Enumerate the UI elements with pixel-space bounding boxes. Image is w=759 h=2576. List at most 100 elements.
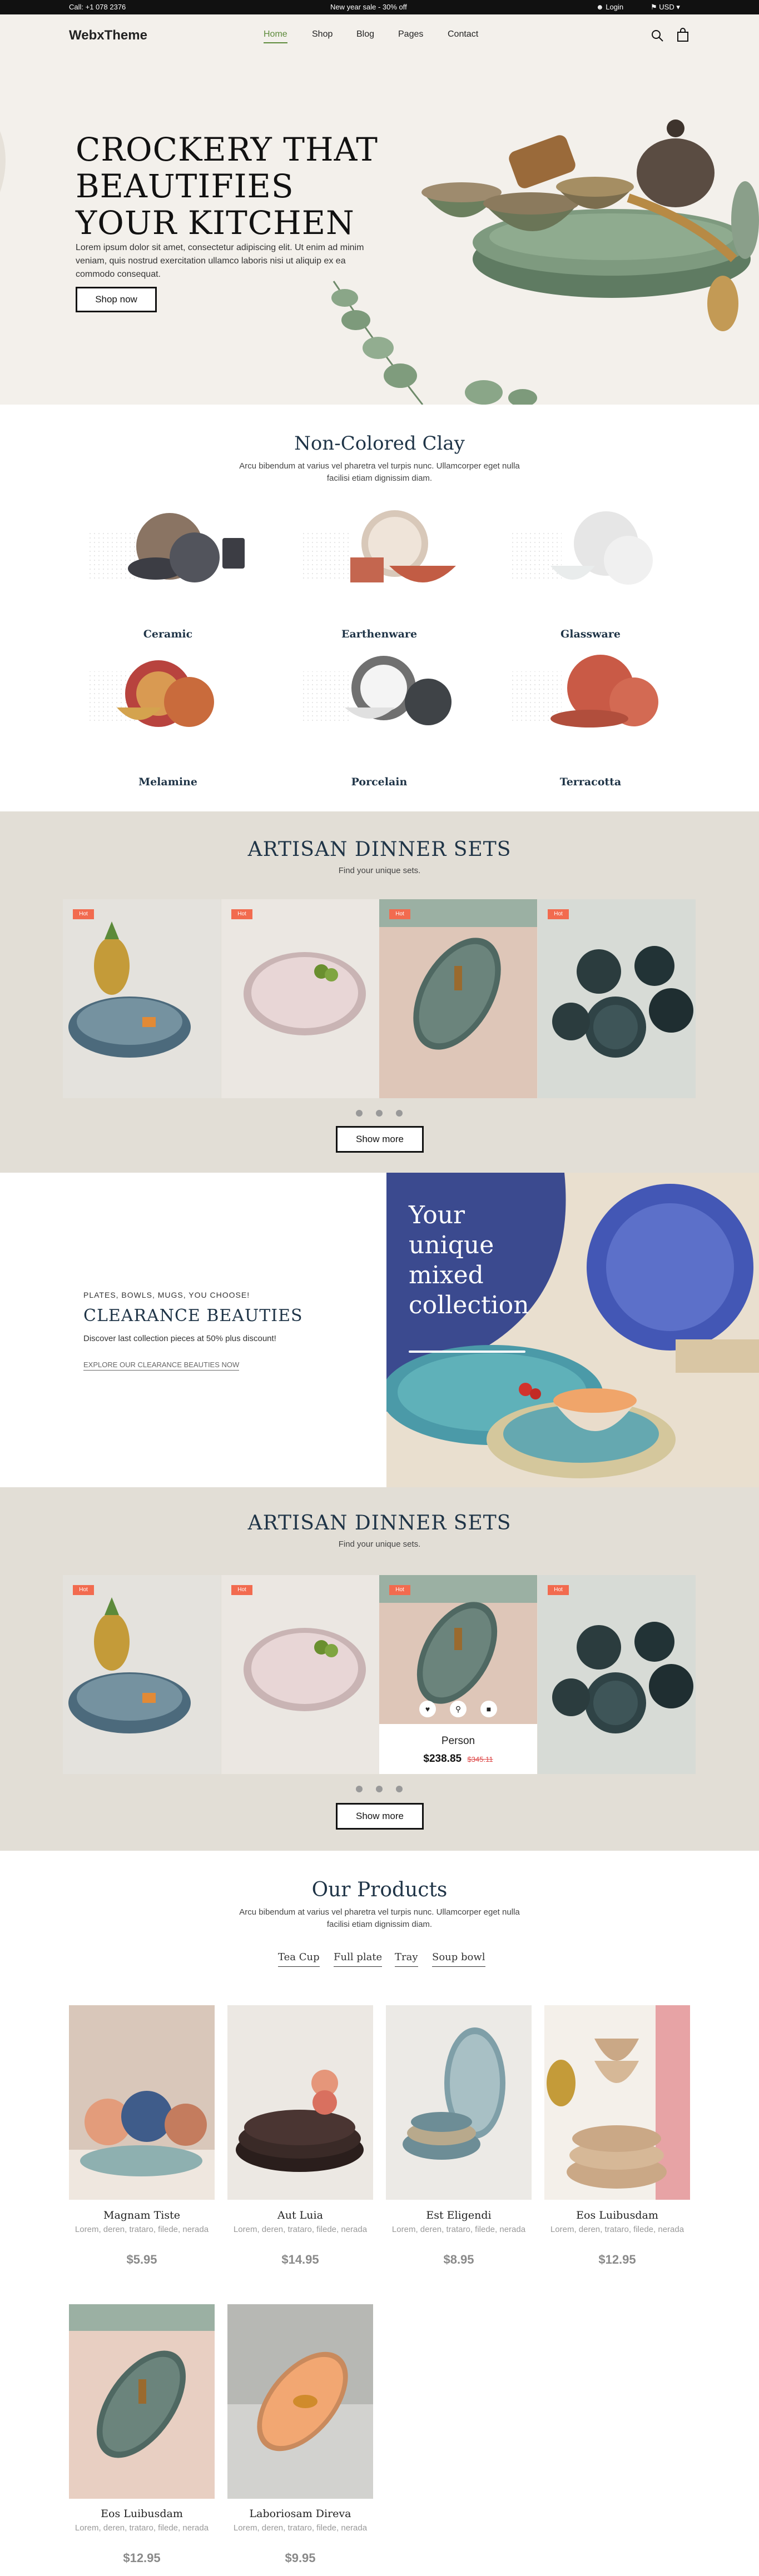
product-image[interactable] xyxy=(544,2005,690,2200)
hero-title: CROCKERY THAT BEAUTIFIES YOUR KITCHEN xyxy=(76,131,378,242)
slider-dot[interactable] xyxy=(396,1786,403,1792)
hot-badge: Hot xyxy=(231,1585,252,1595)
banner-underline xyxy=(409,1351,525,1353)
tab-soup-bowl[interactable]: Soup bowl xyxy=(432,1951,485,1967)
product-card[interactable]: Hot xyxy=(63,1575,221,1774)
hot-badge: Hot xyxy=(73,909,94,919)
wishlist-icon[interactable]: ♥ xyxy=(419,1701,436,1717)
product-card[interactable]: Hot xyxy=(221,899,379,1098)
nav-blog[interactable]: Blog xyxy=(356,29,374,39)
product-image[interactable] xyxy=(227,2005,373,2200)
login-link[interactable]: ☻ Login xyxy=(596,3,623,11)
product-image xyxy=(538,1575,696,1774)
product-desc: Lorem, deren, trataro, filede, nerada xyxy=(233,2225,368,2234)
category-glassware[interactable]: Glassware xyxy=(518,628,663,640)
category-images xyxy=(89,510,658,728)
product-desc: Lorem, deren, trataro, filede, nerada xyxy=(233,2523,368,2533)
main-nav: WebxTheme Home Shop Blog Pages Contact xyxy=(0,14,759,59)
tab-tray[interactable]: Tray xyxy=(395,1951,418,1967)
product-name[interactable]: Laboriosam Direva xyxy=(227,2508,373,2520)
product-image xyxy=(63,899,221,1098)
clearance-section: PLATES, BOWLS, MUGS, YOU CHOOSE! CLEARAN… xyxy=(0,1173,759,1487)
hot-badge: Hot xyxy=(548,1585,569,1595)
product-image xyxy=(221,899,379,1098)
nav-shop[interactable]: Shop xyxy=(312,29,333,39)
hero-section: CROCKERY THAT BEAUTIFIES YOUR KITCHEN Lo… xyxy=(0,59,759,405)
product-image xyxy=(221,1575,379,1774)
category-terracotta[interactable]: Terracotta xyxy=(518,776,663,788)
tab-tea-cup[interactable]: Tea Cup xyxy=(278,1951,320,1967)
logo[interactable]: WebxTheme xyxy=(69,28,147,43)
promo-text: New year sale - 30% off xyxy=(330,3,407,11)
artisan-title: ARTISAN DINNER SETS xyxy=(247,838,512,861)
product-image[interactable] xyxy=(386,2005,532,2200)
artisan-section-2: ARTISAN DINNER SETS Find your unique set… xyxy=(0,1487,759,1851)
user-icon: ☻ xyxy=(596,3,606,11)
product-card[interactable]: Hot xyxy=(538,1575,696,1774)
hover-product-old-price: $345.11 xyxy=(467,1755,493,1763)
artisan-subtitle: Find your unique sets. xyxy=(338,866,421,875)
artisan-section-1: ARTISAN DINNER SETS Find your unique set… xyxy=(0,811,759,1173)
product-desc: Lorem, deren, trataro, filede, nerada xyxy=(75,2523,209,2533)
slider-dot[interactable] xyxy=(356,1110,363,1117)
slider-dot[interactable] xyxy=(396,1110,403,1117)
hover-product-name: Person xyxy=(441,1735,475,1747)
banner-text: Your unique mixed collection xyxy=(409,1201,529,1319)
product-name[interactable]: Magnam Tiste xyxy=(69,2209,215,2221)
clearance-text: Discover last collection pieces at 50% p… xyxy=(83,1334,276,1343)
currency-select[interactable]: ⚑ USD ▾ xyxy=(651,3,680,12)
hot-badge: Hot xyxy=(389,1585,410,1595)
categories-title: Non-Colored Clay xyxy=(294,432,465,455)
product-card[interactable]: Hot xyxy=(379,899,537,1098)
product-card[interactable]: Hot xyxy=(63,899,221,1098)
show-more-button[interactable]: Show more xyxy=(336,1803,424,1830)
product-image xyxy=(538,899,696,1098)
top-bar: Call: +1 078 2376 New year sale - 30% of… xyxy=(0,0,759,14)
hover-product-price: $238.85 xyxy=(423,1753,462,1765)
add-to-cart-icon[interactable]: ■ xyxy=(480,1701,497,1717)
product-price: $5.95 xyxy=(126,2253,157,2266)
artisan-subtitle: Find your unique sets. xyxy=(338,1539,421,1549)
products-title: Our Products xyxy=(311,1879,448,1901)
category-melamine[interactable]: Melamine xyxy=(96,776,240,788)
flag-icon: ⚑ xyxy=(651,3,659,11)
product-image[interactable] xyxy=(69,2304,215,2499)
search-icon[interactable] xyxy=(651,29,664,42)
product-desc: Lorem, deren, trataro, filede, nerada xyxy=(550,2225,684,2234)
product-price: $12.95 xyxy=(123,2551,161,2565)
product-name[interactable]: Est Eligendi xyxy=(386,2209,532,2221)
slider-dot[interactable] xyxy=(376,1786,383,1792)
nav-home[interactable]: Home xyxy=(264,29,287,43)
slider-dot[interactable] xyxy=(356,1786,363,1792)
category-porcelain[interactable]: Porcelain xyxy=(307,776,452,788)
hot-badge: Hot xyxy=(548,909,569,919)
slider-dot[interactable] xyxy=(376,1110,383,1117)
category-earthenware[interactable]: Earthenware xyxy=(307,628,452,640)
product-card-hover[interactable]: Hot ♥ ⚲ ■ Person $238.85 $345.11 xyxy=(379,1575,537,1774)
product-image[interactable] xyxy=(69,2005,215,2200)
products-subtitle: Arcu bibendum at varius vel pharetra vel… xyxy=(239,1907,520,1929)
nav-pages[interactable]: Pages xyxy=(398,29,423,39)
tab-full-plate[interactable]: Full plate xyxy=(334,1951,383,1967)
cart-icon[interactable] xyxy=(676,28,689,42)
shop-now-button[interactable]: Shop now xyxy=(76,287,157,312)
quick-view-icon[interactable]: ⚲ xyxy=(450,1701,467,1717)
product-image[interactable] xyxy=(227,2304,373,2499)
product-card[interactable]: Hot xyxy=(538,899,696,1098)
product-desc: Lorem, deren, trataro, filede, nerada xyxy=(391,2225,526,2234)
category-ceramic[interactable]: Ceramic xyxy=(96,628,240,640)
show-more-button[interactable]: Show more xyxy=(336,1126,424,1153)
call-info: Call: +1 078 2376 xyxy=(69,3,126,11)
product-name[interactable]: Eos Luibusdam xyxy=(544,2209,690,2221)
product-name[interactable]: Aut Luia xyxy=(227,2209,373,2221)
hot-badge: Hot xyxy=(73,1585,94,1595)
clearance-title: CLEARANCE BEAUTIES xyxy=(83,1306,303,1326)
product-name[interactable]: Eos Luibusdam xyxy=(69,2508,215,2520)
nav-contact[interactable]: Contact xyxy=(448,29,478,39)
clearance-link[interactable]: EXPLORE OUR CLEARANCE BEAUTIES NOW xyxy=(83,1361,240,1371)
categories-section: Non-Colored Clay Arcu bibendum at varius… xyxy=(0,405,759,811)
product-price: $12.95 xyxy=(598,2253,636,2266)
product-price: $9.95 xyxy=(285,2551,316,2565)
hot-badge: Hot xyxy=(231,909,252,919)
product-card[interactable]: Hot xyxy=(221,1575,379,1774)
